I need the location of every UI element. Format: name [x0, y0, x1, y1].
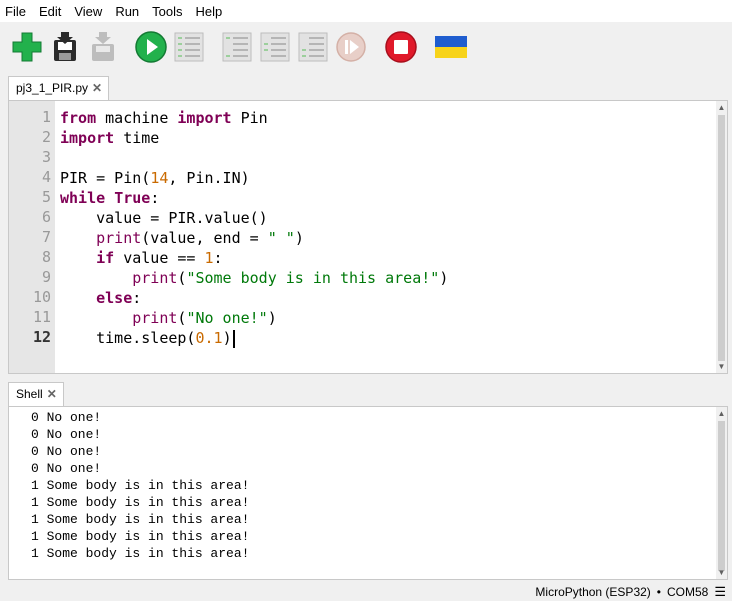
scrollbar-thumb[interactable]: [718, 421, 725, 571]
tab-shell[interactable]: Shell ✕: [8, 382, 64, 406]
line-number: 2: [41, 128, 51, 146]
shell-line: 0 No one!: [31, 461, 102, 476]
resume-icon: [334, 30, 368, 64]
step-into-icon: [258, 30, 292, 64]
code-line[interactable]: import time: [60, 128, 448, 148]
shell-panel[interactable]: 0 No one! 0 No one! 0 No one! 0 No one! 1 So…: [8, 406, 728, 580]
scrollbar-thumb[interactable]: [718, 115, 725, 361]
status-bar: MicroPython (ESP32) • COM58 ☰: [0, 583, 732, 601]
line-number: 8: [41, 248, 51, 266]
port-label[interactable]: COM58: [667, 585, 708, 599]
shell-line: 0 No one!: [31, 427, 102, 442]
menu-view[interactable]: View: [74, 4, 109, 19]
menu-edit[interactable]: Edit: [39, 4, 68, 19]
menu-tools[interactable]: Tools: [152, 4, 189, 19]
line-number: 1: [41, 108, 51, 126]
run-icon[interactable]: [134, 30, 168, 64]
shell-line: 1 Some body is in this area!: [31, 546, 250, 561]
code-line[interactable]: print("Some body is in this area!"): [60, 268, 448, 288]
close-icon[interactable]: ✕: [92, 81, 102, 95]
shell-line: 1 Some body is in this area!: [31, 512, 250, 527]
shell-line: 0 No one!: [31, 410, 102, 425]
line-number: 3: [41, 148, 51, 166]
editor-tab-bar: pj3_1_PIR.py ✕: [0, 76, 732, 100]
shell-line: 0 No one!: [31, 444, 102, 459]
code-text[interactable]: from machine import Pin import time PIR = …: [60, 108, 448, 348]
menu-help[interactable]: Help: [196, 4, 230, 19]
shell-line: 1 Some body is in this area!: [31, 478, 250, 493]
code-editor[interactable]: 1 2 3 4 5 6 7 8 9 10 11 12 from machine …: [8, 100, 728, 374]
scroll-up-icon[interactable]: ▲: [716, 408, 727, 419]
line-number: 11: [32, 308, 51, 326]
close-icon[interactable]: ✕: [47, 387, 57, 406]
shell-output: 0 No one! 0 No one! 0 No one! 0 No one! 1 So…: [31, 409, 249, 562]
line-number: 7: [41, 228, 51, 246]
line-number: 6: [41, 208, 51, 226]
menu-file[interactable]: File: [5, 4, 33, 19]
shell-line: 1 Some body is in this area!: [31, 495, 250, 510]
code-line[interactable]: if value == 1:: [60, 248, 448, 268]
debug-icon: [172, 30, 206, 64]
line-number: 5: [41, 188, 51, 206]
scroll-up-icon[interactable]: ▲: [716, 102, 727, 113]
shell-tab-bar: Shell ✕: [0, 382, 732, 406]
editor-scrollbar[interactable]: ▲ ▼: [716, 101, 727, 373]
code-line[interactable]: from machine import Pin: [60, 108, 448, 128]
step-over-icon: [220, 30, 254, 64]
scroll-down-icon[interactable]: ▼: [716, 361, 727, 372]
current-line-number: 12: [32, 328, 51, 346]
scroll-down-icon[interactable]: ▼: [716, 567, 727, 578]
ukraine-flag-icon[interactable]: [434, 30, 468, 64]
menu-icon[interactable]: ☰: [714, 584, 726, 600]
menu-bar: File Edit View Run Tools Help: [0, 0, 732, 22]
line-number: 10: [32, 288, 51, 306]
code-line[interactable]: else:: [60, 288, 448, 308]
toolbar: [0, 22, 732, 72]
interpreter-label[interactable]: MicroPython (ESP32): [535, 585, 650, 599]
tab-editor-file[interactable]: pj3_1_PIR.py ✕: [8, 76, 110, 100]
shell-scrollbar[interactable]: ▲ ▼: [716, 407, 727, 579]
tab-label: pj3_1_PIR.py: [16, 81, 89, 95]
status-separator: •: [656, 585, 661, 599]
code-line[interactable]: time.sleep(0.1): [60, 328, 448, 348]
code-line[interactable]: print("No one!"): [60, 308, 448, 328]
new-file-icon[interactable]: [10, 30, 44, 64]
code-line[interactable]: while True:: [60, 188, 448, 208]
line-number: 9: [41, 268, 51, 286]
tab-label: Shell: [16, 387, 43, 401]
step-out-icon: [296, 30, 330, 64]
code-line[interactable]: PIR = Pin(14, Pin.IN): [60, 168, 448, 188]
code-line[interactable]: [60, 148, 448, 168]
line-number-gutter: 1 2 3 4 5 6 7 8 9 10 11 12: [9, 101, 55, 373]
stop-icon[interactable]: [384, 30, 418, 64]
download-icon: [86, 30, 120, 64]
save-icon[interactable]: [48, 30, 82, 64]
shell-line: 1 Some body is in this area!: [31, 529, 250, 544]
code-line[interactable]: print(value, end = " "): [60, 228, 448, 248]
line-number: 4: [41, 168, 51, 186]
code-line[interactable]: value = PIR.value(): [60, 208, 448, 228]
text-cursor: [232, 329, 235, 348]
menu-run[interactable]: Run: [115, 4, 146, 19]
